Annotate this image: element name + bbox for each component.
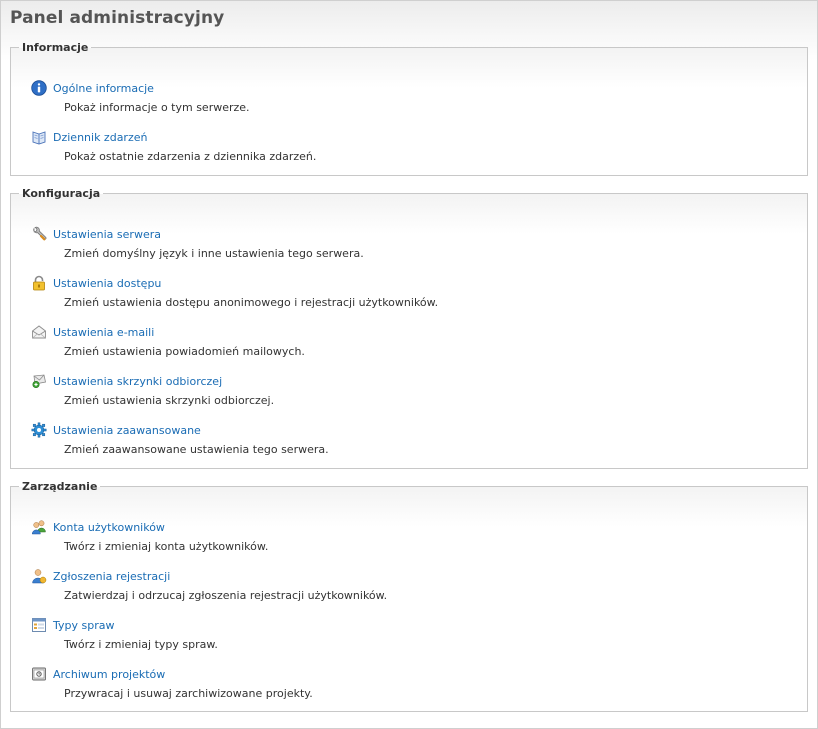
ustawienia-zaawansowane-link[interactable]: Ustawienia zaawansowane [53,424,201,437]
dziennik-zdarzen-link[interactable]: Dziennik zdarzeń [53,131,147,144]
typy-spraw-description: Twórz i zmieniaj typy spraw. [64,638,218,651]
section-legend: Zarządzanie [22,480,98,493]
entry-ogolne-informacje: Ogólne informacje Pokaż informacje o tym… [31,79,250,114]
typy-spraw-link[interactable]: Typy spraw [53,619,114,632]
section-konfiguracja: Konfiguracja Ustawienia serwera Zmień do… [10,187,808,469]
zgloszenia-rejestracji-description: Zatwierdzaj i odrzucaj zgłoszenia rejest… [64,589,388,602]
ustawienia-serwera-description: Zmień domyślny język i inne ustawienia t… [64,247,364,260]
entry-ustawienia-zaawansowane: Ustawienia zaawansowane Zmień zaawansowa… [31,421,329,456]
ogolne-informacje-link[interactable]: Ogólne informacje [53,82,154,95]
entry-typy-spraw: Typy spraw Twórz i zmieniaj typy spraw. [31,616,218,651]
entry-ustawienia-dostepu: Ustawienia dostępu Zmień ustawienia dost… [31,274,438,309]
ustawienia-skrzynki-description: Zmień ustawienia skrzynki odbiorczej. [64,394,275,407]
entry-ustawienia-skrzynki: Ustawienia skrzynki odbiorczej Zmień ust… [31,372,274,407]
archive-icon [31,666,47,682]
ustawienia-serwera-link[interactable]: Ustawienia serwera [53,228,161,241]
admin-panel: Panel administracyjny Informacje Ogólne … [0,0,818,729]
entry-dziennik-zdarzen: Dziennik zdarzeń Pokaż ostatnie zdarzeni… [31,128,316,163]
user-request-icon [31,568,47,584]
ustawienia-zaawansowane-description: Zmień zaawansowane ustawienia tego serwe… [64,443,329,456]
section-informacje: Informacje Ogólne informacje Pokaż infor… [10,41,808,176]
section-legend: Konfiguracja [22,187,101,200]
konta-uzytkownikow-description: Twórz i zmieniaj konta użytkowników. [64,540,269,553]
ustawienia-e-maili-description: Zmień ustawienia powiadomień mailowych. [64,345,305,358]
users-icon [31,519,47,535]
ogolne-informacje-description: Pokaż informacje o tym serwerze. [64,101,250,114]
form-icon [31,617,47,633]
ustawienia-e-maili-link[interactable]: Ustawienia e-maili [53,326,154,339]
archiwum-projektow-description: Przywracaj i usuwaj zarchiwizowane proje… [64,687,313,700]
entry-zgloszenia-rejestracji: Zgłoszenia rejestracji Zatwierdzaj i odr… [31,567,387,602]
section-zarzadzanie: Zarządzanie Konta użytkowników Twórz i z… [10,480,808,712]
book-icon [31,129,47,145]
envelope-icon [31,324,47,340]
archiwum-projektow-link[interactable]: Archiwum projektów [53,668,165,681]
inbox-icon [31,373,47,389]
info-icon [31,80,47,96]
zgloszenia-rejestracji-link[interactable]: Zgłoszenia rejestracji [53,570,170,583]
konta-uzytkownikow-link[interactable]: Konta użytkowników [53,521,165,534]
dziennik-zdarzen-description: Pokaż ostatnie zdarzenia z dziennika zda… [64,150,317,163]
entry-archiwum-projektow: Archiwum projektów Przywracaj i usuwaj z… [31,665,313,700]
entry-ustawienia-e-maili: Ustawienia e-maili Zmień ustawienia powi… [31,323,305,358]
padlock-icon [31,275,47,291]
gear-icon [31,422,47,438]
ustawienia-dostepu-description: Zmień ustawienia dostępu anonimowego i r… [64,296,439,309]
entry-ustawienia-serwera: Ustawienia serwera Zmień domyślny język … [31,225,364,260]
wrench-icon [31,226,47,242]
entry-konta-uzytkownikow: Konta użytkowników Twórz i zmieniaj kont… [31,518,268,553]
page-title: Panel administracyjny [10,8,225,28]
ustawienia-skrzynki-link[interactable]: Ustawienia skrzynki odbiorczej [53,375,222,388]
section-legend: Informacje [22,41,89,54]
ustawienia-dostepu-link[interactable]: Ustawienia dostępu [53,277,161,290]
